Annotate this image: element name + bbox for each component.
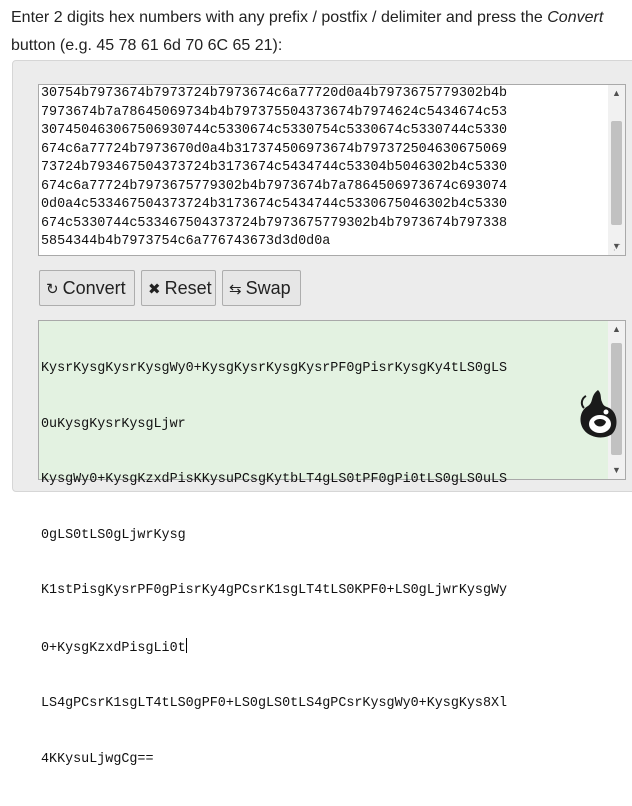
convert-button-label: Convert	[62, 278, 126, 298]
instructions-example: button (e.g. 45 78 61 6d 70 6C 65 21):	[11, 37, 283, 54]
scroll-up-arrow-icon[interactable]: ▲	[608, 85, 625, 102]
instructions: Enter 2 digits hex numbers with any pref…	[11, 4, 626, 60]
convert-button[interactable]: ↻ Convert	[39, 270, 135, 306]
output-line: 4KKysuLjwgCg==	[41, 751, 154, 767]
instructions-text: Enter 2 digits hex numbers with any pref…	[11, 9, 548, 26]
refresh-icon: ↻	[46, 281, 59, 298]
text-caret	[185, 637, 187, 653]
input-scrollbar[interactable]: ▲ ▼	[608, 85, 625, 255]
input-scroll-thumb[interactable]	[611, 121, 622, 225]
swap-icon: ⇆	[229, 281, 242, 298]
output-line: 0gLS0tLS0gLjwrKysg	[41, 527, 186, 543]
hex-input-text: 30754b7973674b7973724b7973674c6a77720d0a…	[41, 86, 508, 249]
text-output-content: KysrKysgKysrKysgWy0+KysgKysrKysgKysrPF0g…	[41, 323, 601, 806]
swap-button-label: Swap	[245, 278, 291, 298]
reset-button-label: Reset	[164, 278, 212, 298]
reset-button[interactable]: ✖ Reset	[141, 270, 216, 306]
swap-button[interactable]: ⇆ Swap	[222, 270, 301, 306]
output-line: K1stPisgKysrPF0gPisrKy4gPCsrK1sgLT4tLS0K…	[41, 583, 508, 598]
output-line-with-caret: 0+KysgKzxdPisgLi0t	[41, 637, 601, 659]
close-icon: ✖	[148, 281, 161, 298]
resize-grip-icon[interactable]: ⋰	[613, 243, 623, 253]
scroll-up-arrow-icon[interactable]: ▲	[608, 321, 625, 338]
output-line: 0uKysgKysrKysgLjwr	[41, 416, 186, 432]
output-line: 0+KysgKzxdPisgLi0t	[41, 640, 186, 656]
site-logo-icon	[580, 390, 617, 438]
scroll-down-arrow-icon[interactable]: ▼	[608, 462, 625, 479]
hex-input-textarea[interactable]: 30754b7973674b7973724b7973674c6a77720d0a…	[38, 84, 626, 256]
output-line: LS4gPCsrK1sgLT4tLS0gPF0+LS0gLS0tLS4gPCsr…	[41, 696, 508, 711]
output-line: KysgWy0+KysgKzxdPisKKysuPCsgKytbLT4gLS0t…	[41, 472, 508, 487]
output-line: KysrKysgKysrKysgWy0+KysgKysrKysgKysrPF0g…	[41, 361, 508, 376]
text-output-textarea[interactable]: KysrKysgKysrKysgWy0+KysgKysrKysgKysrPF0g…	[38, 320, 626, 767]
instructions-emphasis: Convert	[547, 9, 604, 26]
